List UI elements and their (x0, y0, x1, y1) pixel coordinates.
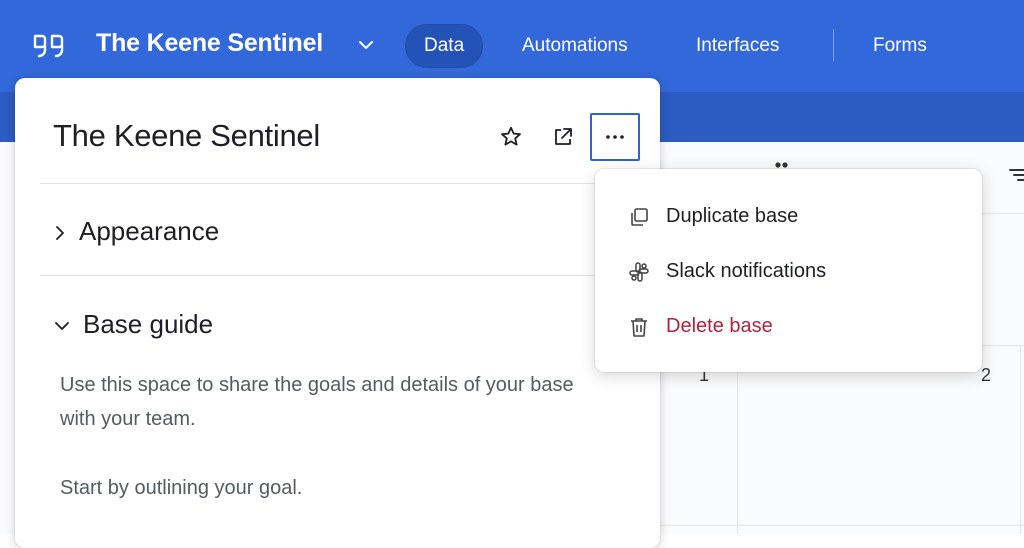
chevron-down-icon[interactable] (358, 37, 374, 53)
row-number: 2 (981, 365, 992, 385)
section-base-guide-label: Base guide (83, 309, 214, 339)
section-base-guide[interactable]: Base guide (53, 309, 213, 340)
nav-tab-interfaces[interactable]: Interfaces (696, 24, 779, 68)
menu-item-label: Duplicate base (666, 205, 799, 227)
panel-divider (40, 275, 660, 276)
external-link-icon (555, 128, 572, 145)
section-appearance-label: Appearance (79, 216, 220, 246)
open-external-button[interactable] (540, 115, 586, 159)
menu-item-label: Slack notifications (666, 260, 827, 282)
panel-title: The Keene Sentinel (53, 118, 320, 153)
base-title[interactable]: The Keene Sentinel (96, 29, 323, 58)
nav-tab-forms[interactable]: Forms (873, 24, 927, 68)
base-guide-paragraph[interactable]: Start by outlining your goal. (60, 471, 600, 505)
slack-icon (629, 262, 649, 282)
star-icon (501, 126, 521, 146)
more-options-button[interactable] (590, 113, 640, 161)
nav-tab-data[interactable]: Data (405, 24, 484, 68)
menu-item-duplicate-base[interactable]: Duplicate base (595, 194, 982, 238)
panel-divider (40, 183, 660, 184)
menu-item-delete-base[interactable]: Delete base (595, 304, 982, 348)
more-options-menu: Duplicate base Slack notifications Delet… (595, 169, 982, 372)
star-button[interactable] (488, 115, 534, 159)
base-details-panel: The Keene Sentinel Appearance Base guide… (15, 78, 660, 548)
duplicate-icon (631, 208, 648, 226)
chevron-down-icon (55, 322, 69, 331)
menu-item-label: Delete base (666, 315, 773, 337)
chevron-right-icon (56, 226, 64, 241)
section-appearance[interactable]: Appearance (53, 216, 219, 247)
nav-tab-automations[interactable]: Automations (522, 24, 628, 68)
menu-item-slack-notifications[interactable]: Slack notifications (595, 249, 982, 293)
base-guide-paragraph[interactable]: Use this space to share the goals and de… (60, 368, 600, 436)
more-icon (606, 135, 624, 139)
grid-column-line (737, 345, 738, 534)
trash-icon (631, 318, 647, 337)
grid-row-line (660, 525, 1024, 526)
nav-divider (833, 29, 834, 61)
base-logo-icon[interactable] (32, 33, 68, 59)
filter-icon[interactable] (1006, 166, 1024, 184)
grid-column-line (1020, 345, 1021, 534)
